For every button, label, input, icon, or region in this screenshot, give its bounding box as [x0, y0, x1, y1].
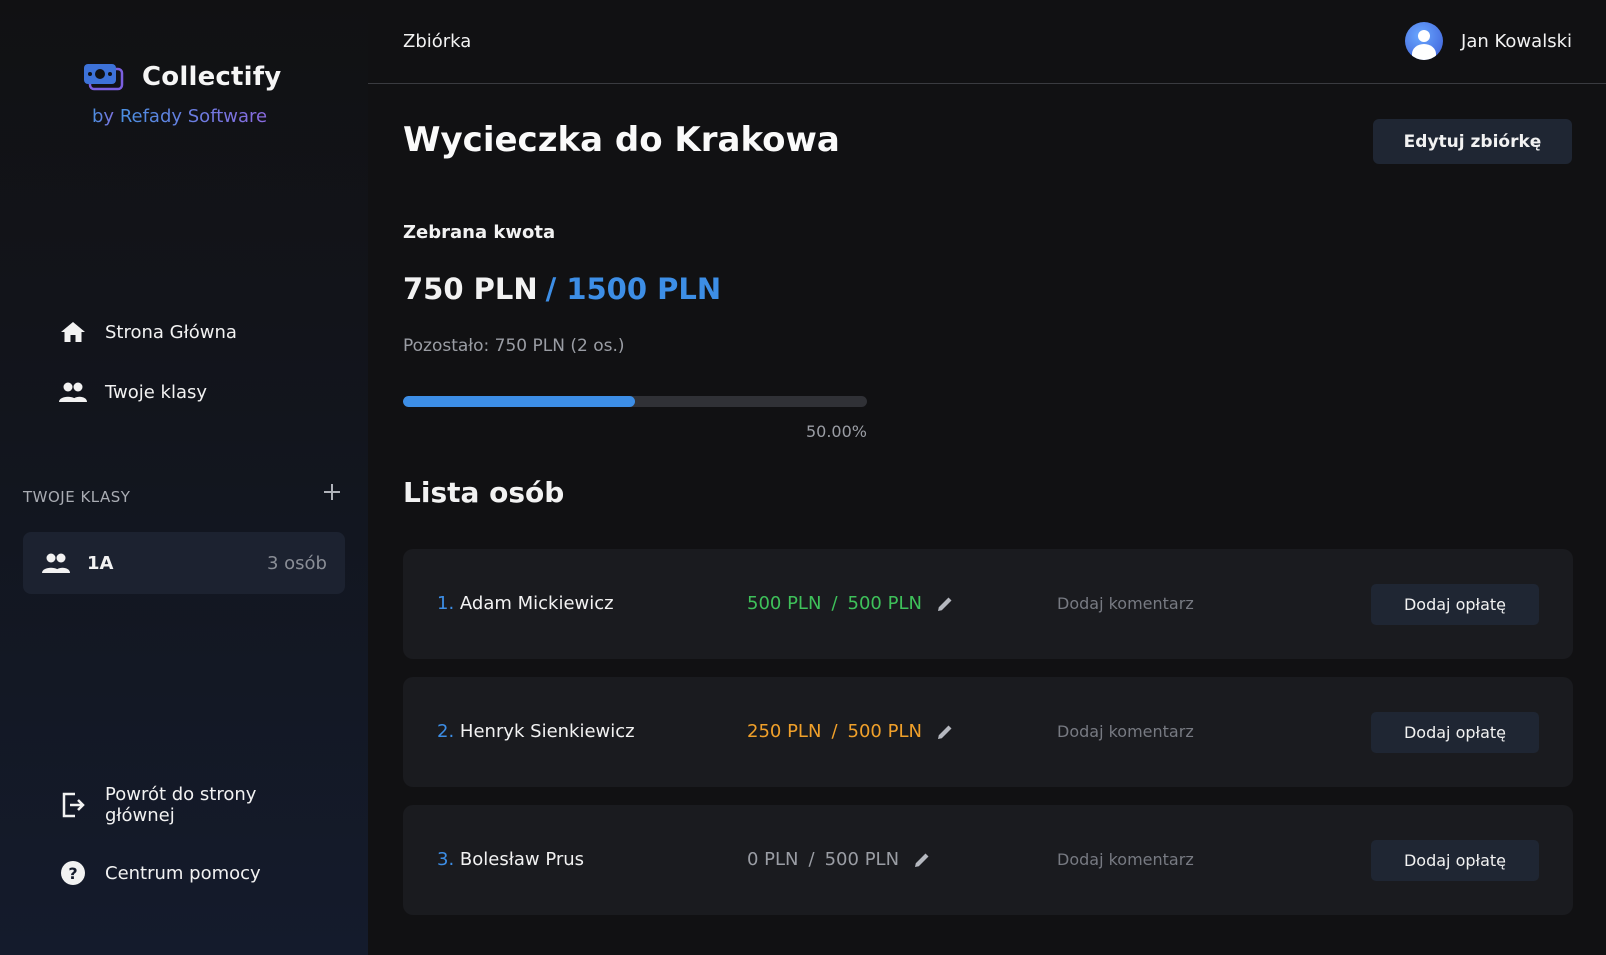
logo-sub-brand: Refady Software: [119, 106, 268, 127]
paid-amount: 500 PLN: [747, 593, 822, 614]
edit-collection-button[interactable]: Edytuj zbiórkę: [1373, 119, 1572, 164]
help-icon: ?: [58, 860, 88, 886]
add-comment-link[interactable]: Dodaj komentarz: [1057, 594, 1194, 613]
avatar: [1405, 22, 1444, 60]
collected-label: Zebrana kwota: [403, 222, 556, 243]
top-bar: Zbiórka Jan Kowalski: [368, 0, 1606, 84]
user-name: Jan Kowalski: [1461, 30, 1572, 52]
add-payment-button[interactable]: Dodaj opłatę: [1371, 840, 1539, 881]
classes-section-title: TWOJE KLASY: [23, 488, 131, 506]
help-center-link[interactable]: ? Centrum pomocy: [58, 860, 261, 886]
class-name: 1A: [87, 552, 114, 574]
person-name-text: Henryk Sienkiewicz: [459, 721, 635, 742]
separator: /: [808, 849, 815, 870]
pencil-icon[interactable]: [936, 723, 954, 741]
progress-bar: [403, 396, 867, 407]
back-to-home-label: Powrót do strony głównej: [105, 784, 257, 826]
person-name: 3. Bolesław Prus: [437, 849, 584, 870]
class-card-1a[interactable]: 1A 3 osób: [23, 532, 345, 594]
due-amount: 500 PLN: [847, 593, 922, 614]
add-payment-button[interactable]: Dodaj opłatę: [1371, 712, 1539, 753]
pencil-icon[interactable]: [913, 851, 931, 869]
add-payment-button[interactable]: Dodaj opłatę: [1371, 584, 1539, 625]
remaining-text: Pozostało: 750 PLN (2 os.): [403, 336, 625, 356]
user-menu[interactable]: Jan Kowalski: [1405, 22, 1572, 60]
home-icon: [58, 317, 88, 347]
help-center-label: Centrum pomocy: [105, 862, 261, 884]
goal-value: / 1500 PLN: [545, 272, 722, 306]
person-name-text: Adam Mickiewicz: [459, 593, 614, 614]
collected-value: 750 PLN: [403, 272, 538, 306]
add-comment-link[interactable]: Dodaj komentarz: [1057, 850, 1194, 869]
person-number: 2.: [437, 721, 455, 742]
nav-classes[interactable]: Twoje klasy: [58, 377, 207, 407]
main-content: Zbiórka Jan Kowalski Wycieczka do Krakow…: [368, 0, 1606, 955]
list-item: 1. Adam Mickiewicz 500 PLN / 500 PLN Dodaj…: [403, 549, 1573, 659]
list-item: 3. Bolesław Prus 0 PLN / 500 PLN Dodaj kom…: [403, 805, 1573, 915]
person-number: 3.: [437, 849, 455, 870]
paid-amount: 250 PLN: [747, 721, 822, 742]
people-list-title: Lista osób: [403, 476, 565, 509]
breadcrumb: Zbiórka: [403, 31, 472, 52]
person-number: 1.: [437, 593, 455, 614]
exit-icon: [58, 791, 88, 819]
collected-amount: 750 PLN/ 1500 PLN: [403, 272, 721, 306]
separator: /: [831, 593, 838, 614]
person-name: 1. Adam Mickiewicz: [437, 593, 614, 614]
class-count: 3 osób: [266, 552, 327, 574]
add-comment-link[interactable]: Dodaj komentarz: [1057, 722, 1194, 741]
progress-fill: [403, 396, 635, 407]
page-title: Wycieczka do Krakowa: [403, 120, 840, 160]
sidebar: Collectify by Refady Software Strona Głó…: [0, 0, 368, 955]
payment-status: 0 PLN / 500 PLN: [747, 849, 931, 870]
payment-status: 250 PLN / 500 PLN: [747, 721, 954, 742]
logo[interactable]: Collectify: [82, 60, 281, 94]
logo-sub-prefix: by: [92, 106, 120, 127]
separator: /: [831, 721, 838, 742]
svg-text:?: ?: [68, 864, 77, 883]
paid-amount: 0 PLN: [747, 849, 799, 870]
pencil-icon[interactable]: [936, 595, 954, 613]
due-amount: 500 PLN: [824, 849, 900, 870]
nav-classes-label: Twoje klasy: [105, 381, 208, 403]
app-name: Collectify: [142, 62, 282, 92]
users-icon: [58, 377, 88, 407]
users-icon: [41, 552, 71, 574]
progress-percent: 50.00%: [805, 422, 867, 441]
back-to-home-link[interactable]: Powrót do strony głównej: [58, 784, 275, 826]
person-name-text: Bolesław Prus: [459, 849, 585, 870]
logo-money-icon: [82, 60, 124, 94]
nav-home[interactable]: Strona Główna: [58, 317, 237, 347]
list-item: 2. Henryk Sienkiewicz 250 PLN / 500 PLN Do…: [403, 677, 1573, 787]
logo-subtitle: by Refady Software: [92, 106, 267, 127]
payment-status: 500 PLN / 500 PLN: [747, 593, 954, 614]
person-name: 2. Henryk Sienkiewicz: [437, 721, 635, 742]
nav-home-label: Strona Główna: [105, 321, 237, 343]
add-class-icon[interactable]: [320, 480, 344, 504]
due-amount: 500 PLN: [847, 721, 922, 742]
